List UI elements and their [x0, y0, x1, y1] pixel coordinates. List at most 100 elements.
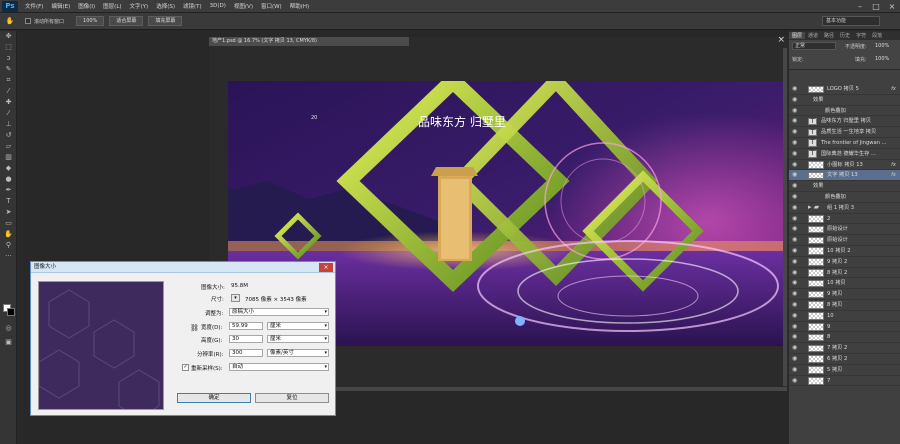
zoom-tool-icon[interactable]: ⚲: [0, 240, 17, 251]
layer-fx-badge[interactable]: fx: [891, 84, 896, 94]
gradient-tool-icon[interactable]: ▥: [0, 152, 17, 163]
fit-screen-button[interactable]: 适合屏幕: [109, 16, 144, 26]
type-tool-icon[interactable]: T: [0, 196, 17, 207]
visibility-eye-icon[interactable]: ◉: [792, 311, 800, 321]
visibility-eye-icon[interactable]: ◉: [792, 203, 800, 213]
visibility-eye-icon[interactable]: ◉: [792, 149, 800, 159]
visibility-eye-icon[interactable]: ◉: [792, 354, 800, 364]
visibility-eye-icon[interactable]: ◉: [792, 138, 800, 148]
menu-window[interactable]: 窗口(W): [257, 2, 286, 10]
layer-fx-badge[interactable]: fx: [891, 170, 896, 180]
width-unit-select[interactable]: 厘米 ▾: [267, 322, 329, 330]
visibility-eye-icon[interactable]: ◉: [792, 170, 800, 180]
visibility-eye-icon[interactable]: ◉: [792, 268, 800, 278]
tab-history[interactable]: 历史: [837, 32, 853, 39]
path-select-icon[interactable]: ➤: [0, 207, 17, 218]
visibility-eye-icon[interactable]: ◉: [792, 160, 800, 170]
visibility-eye-icon[interactable]: ◉: [792, 278, 800, 288]
dodge-tool-icon[interactable]: ●: [0, 174, 17, 185]
layer-row[interactable]: ◉ 原始设计: [789, 224, 900, 236]
move-tool-icon[interactable]: ✥: [0, 31, 17, 42]
crop-tool-icon[interactable]: ⌗: [0, 75, 17, 86]
layer-row[interactable]: ◉ 6 拷贝 2: [789, 354, 900, 365]
layer-row[interactable]: ◉ 9 拷贝 2: [789, 257, 900, 268]
layer-row[interactable]: ◉ 2: [789, 214, 900, 225]
tab-channels[interactable]: 通道: [805, 32, 821, 39]
layer-row[interactable]: ◉ 10 拷贝: [789, 278, 900, 290]
layer-row[interactable]: ◉ 9 拷贝: [789, 289, 900, 300]
layer-row[interactable]: ◉ T 品味东方 归墅里 拷贝: [789, 116, 900, 128]
menu-select[interactable]: 选择(S): [152, 2, 179, 10]
folder-icon[interactable]: ▸ ▰: [808, 204, 824, 212]
blend-mode-select[interactable]: 正常: [792, 42, 836, 50]
minimize-icon[interactable]: –: [852, 0, 868, 13]
tab-character[interactable]: 字符: [853, 32, 869, 39]
visibility-eye-icon[interactable]: ◉: [792, 224, 800, 234]
document-close-icon[interactable]: ×: [777, 35, 785, 45]
layer-row[interactable]: ◉ 颜色叠加: [789, 192, 900, 203]
image-preview[interactable]: [38, 281, 164, 410]
resample-checkbox[interactable]: ✓: [182, 364, 189, 371]
menu-file[interactable]: 文件(F): [21, 2, 47, 10]
visibility-eye-icon[interactable]: ◉: [792, 365, 800, 375]
constrain-link-icon[interactable]: ⛓: [190, 324, 199, 332]
layer-row[interactable]: ◉ T The frontier of Jingwan ...: [789, 138, 900, 149]
visibility-eye-icon[interactable]: ◉: [792, 181, 800, 191]
resolution-input[interactable]: 300: [229, 349, 263, 357]
height-input[interactable]: 30: [229, 335, 263, 343]
stamp-tool-icon[interactable]: ⊥: [0, 119, 17, 130]
visibility-eye-icon[interactable]: ◉: [792, 332, 800, 342]
background-color-swatch[interactable]: [7, 308, 15, 316]
pen-tool-icon[interactable]: ✒: [0, 185, 17, 196]
healing-tool-icon[interactable]: ✚: [0, 97, 17, 108]
dimensions-unit-toggle[interactable]: ▾: [231, 294, 240, 302]
menu-image[interactable]: 图像(I): [74, 2, 99, 10]
layer-row[interactable]: ◉ ▸ ▰ 组 1 拷贝 3: [789, 203, 900, 214]
visibility-eye-icon[interactable]: ◉: [792, 95, 800, 105]
visibility-eye-icon[interactable]: ◉: [792, 289, 800, 299]
history-brush-icon[interactable]: ↺: [0, 130, 17, 141]
layer-row[interactable]: ◉ 10 拷贝 2: [789, 246, 900, 257]
resolution-unit-select[interactable]: 像素/英寸 ▾: [267, 349, 329, 357]
visibility-eye-icon[interactable]: ◉: [792, 376, 800, 386]
tab-paths[interactable]: 路径: [821, 32, 837, 39]
blur-tool-icon[interactable]: ◆: [0, 163, 17, 174]
visibility-eye-icon[interactable]: ◉: [792, 235, 800, 245]
visibility-eye-icon[interactable]: ◉: [792, 300, 800, 310]
close-icon[interactable]: ×: [884, 0, 900, 13]
reset-button[interactable]: 复位: [255, 393, 329, 403]
layer-row[interactable]: ◉ 8 拷贝: [789, 300, 900, 311]
screen-mode-icon[interactable]: ▣: [0, 337, 17, 348]
brush-tool-icon[interactable]: ⁄: [0, 108, 17, 119]
more-tools-icon[interactable]: ···: [0, 251, 17, 262]
hand-tool-icon[interactable]: ✋: [3, 16, 17, 27]
fit-to-select[interactable]: 原稿大小 ▾: [229, 308, 329, 316]
visibility-eye-icon[interactable]: ◉: [792, 116, 800, 126]
layer-row[interactable]: ◉ 7 拷贝 2: [789, 343, 900, 354]
layer-row[interactable]: ◉ LOGO 拷贝 5 fx: [789, 84, 900, 95]
workspace-select[interactable]: 基本功能: [822, 16, 880, 26]
visibility-eye-icon[interactable]: ◉: [792, 343, 800, 353]
menu-3d[interactable]: 3D(D): [206, 3, 230, 9]
eyedropper-tool-icon[interactable]: ⁄: [0, 86, 17, 97]
menu-filter[interactable]: 滤镜(T): [179, 2, 206, 10]
scroll-all-checkbox[interactable]: [25, 18, 31, 24]
menu-view[interactable]: 视图(V): [230, 2, 257, 10]
hand-tool-icon[interactable]: ✋: [0, 229, 17, 240]
dialog-close-icon[interactable]: ×: [319, 263, 333, 272]
layer-row[interactable]: ◉ 文字 拷贝 13 fx: [789, 170, 900, 182]
visibility-eye-icon[interactable]: ◉: [792, 127, 800, 137]
layer-fx-badge[interactable]: fx: [891, 160, 896, 170]
resample-select[interactable]: 自动 ▾: [229, 363, 329, 371]
lasso-tool-icon[interactable]: ↄ: [0, 53, 17, 64]
visibility-eye-icon[interactable]: ◉: [792, 84, 800, 94]
layer-row[interactable]: ◉ 颜色叠加: [789, 106, 900, 117]
marquee-tool-icon[interactable]: ⬚: [0, 42, 17, 53]
menu-edit[interactable]: 编辑(E): [47, 2, 74, 10]
eraser-tool-icon[interactable]: ▱: [0, 141, 17, 152]
layer-row[interactable]: ◉ 小图标 拷贝 13 fx: [789, 160, 900, 171]
layer-row[interactable]: ◉ 9: [789, 322, 900, 333]
layer-row[interactable]: ◉ 原始设计: [789, 235, 900, 246]
document-tab[interactable]: 地产1.psd @ 16.7% (文字 拷贝 13, CMYK/8): [209, 37, 409, 46]
ok-button[interactable]: 确定: [177, 393, 251, 403]
